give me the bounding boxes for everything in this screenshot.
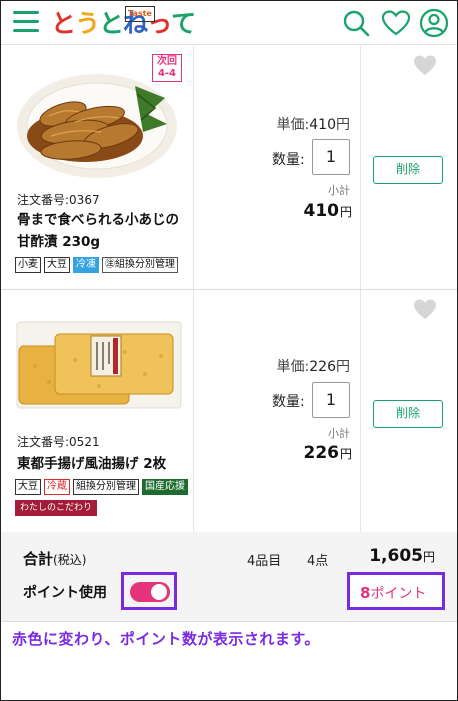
price-quantity-column: 単価:410円 数量: 1 小計 410円 <box>194 46 361 289</box>
piece-count: 4点 <box>307 554 329 569</box>
product-tag: 組換分別管理 <box>73 479 139 495</box>
favorites-heart-icon[interactable] <box>381 9 411 37</box>
quantity-label: 数量: <box>272 152 305 168</box>
next-badge-line1: 次回 <box>157 56 177 67</box>
logo[interactable]: とうとねって Taste <box>51 6 196 38</box>
order-number: 注文番号:0367 <box>17 193 100 207</box>
tax-label: (税込) <box>53 553 87 567</box>
yen-label: 円 <box>339 447 352 461</box>
point-use-toggle[interactable] <box>130 582 170 602</box>
instruction-caption: 赤色に変わり、ポイント数が表示されます。 <box>12 630 320 648</box>
menu-icon[interactable] <box>13 11 39 33</box>
app-header: とうとねって Taste <box>1 1 457 45</box>
product-tag: 冷蔵 <box>44 479 70 495</box>
subtotal-label: 小計 <box>328 427 350 440</box>
product-tag: ㊟組換分別管理 <box>102 257 178 273</box>
product-name[interactable]: 東都手揚げ風油揚げ 2枚 <box>17 453 189 475</box>
unit-price: 単価:410円 <box>277 114 350 134</box>
quantity-input[interactable]: 1 <box>312 382 350 418</box>
logo-char: と <box>51 9 76 38</box>
actions-column: 削除 <box>361 290 457 532</box>
product-name[interactable]: 骨まで食べられる小あじの甘酢漬 230g <box>17 209 189 253</box>
points-number: 8 <box>360 584 371 602</box>
order-number: 注文番号:0521 <box>17 435 100 449</box>
price-quantity-column: 単価:226円 数量: 1 小計 226円 <box>194 290 361 532</box>
yen-label: 円 <box>336 359 350 375</box>
delete-button[interactable]: 削除 <box>373 156 443 184</box>
cart-item: 次回 4-4 注文番号:0367 骨まで食べられる小あじの甘酢漬 230g 小麦… <box>1 46 457 290</box>
actions-column: 削除 <box>361 46 457 289</box>
subtotal-amount: 410 <box>303 201 339 221</box>
unit-price-label: 単価: <box>276 359 310 375</box>
delete-button[interactable]: 削除 <box>373 400 443 428</box>
yen-label: 円 <box>339 205 352 219</box>
favorite-heart-icon[interactable] <box>413 298 437 320</box>
product-tag: わたしのこだわり <box>15 500 98 516</box>
quantity-label: 数量: <box>272 394 305 410</box>
item-count: 4品目 <box>247 554 282 569</box>
total-label: 合計(税込) <box>23 548 86 569</box>
product-tag: 大豆 <box>44 257 70 273</box>
point-use-label: ポイント使用 <box>23 585 107 601</box>
subtotal-value: 410円 <box>303 201 352 221</box>
points-highlight: 8ポイント <box>347 572 445 610</box>
points-unit: ポイント <box>370 586 427 602</box>
next-delivery-badge: 次回 4-4 <box>152 54 182 82</box>
yen-label: 円 <box>422 550 435 564</box>
product-tag: 冷凍 <box>73 257 99 273</box>
favorite-heart-icon[interactable] <box>413 54 437 76</box>
product-tag: 国産応援 <box>142 479 188 495</box>
logo-char: う <box>75 9 100 38</box>
total-value: 1,605 <box>369 546 423 566</box>
account-icon[interactable] <box>419 8 449 38</box>
total-amount: 1,605円 <box>369 546 435 566</box>
toggle-highlight <box>121 572 177 610</box>
logo-char: て <box>171 9 196 38</box>
product-tags: 大豆 冷蔵 組換分別管理 国産応援わたしのこだわり <box>15 479 195 516</box>
search-icon[interactable] <box>342 9 370 37</box>
unit-price-value: 226 <box>309 359 336 375</box>
yen-label: 円 <box>336 117 350 133</box>
next-badge-line2: 4-4 <box>157 68 177 79</box>
product-tag: 小麦 <box>15 257 41 273</box>
product-image[interactable] <box>15 316 183 414</box>
item-info-column: 注文番号:0521 東都手揚げ風油揚げ 2枚 大豆 冷蔵 組換分別管理 国産応援わたし… <box>1 290 194 532</box>
unit-price: 単価:226円 <box>277 356 350 376</box>
subtotal-label: 小計 <box>328 184 350 197</box>
subtotal-value: 226円 <box>303 443 352 463</box>
product-tags: 小麦 大豆 冷凍 ㊟組換分別管理 <box>15 257 195 273</box>
unit-price-value: 410 <box>309 117 336 133</box>
cart-item: 注文番号:0521 東都手揚げ風油揚げ 2枚 大豆 冷蔵 組換分別管理 国産応援わたし… <box>1 290 457 532</box>
cart-summary: 合計(税込) 4品目 4点 1,605円 ポイント使用 8ポイント <box>1 532 457 622</box>
logo-tag: Taste <box>125 6 155 22</box>
points-display: 8ポイント <box>360 583 426 603</box>
product-tag: 大豆 <box>15 479 41 495</box>
quantity-input[interactable]: 1 <box>312 139 350 175</box>
item-info-column: 次回 4-4 注文番号:0367 骨まで食べられる小あじの甘酢漬 230g 小麦… <box>1 46 194 289</box>
subtotal-amount: 226 <box>303 443 339 463</box>
logo-char: と <box>99 9 124 38</box>
total-label-text: 合計 <box>23 550 54 568</box>
unit-price-label: 単価: <box>276 117 310 133</box>
toggle-knob <box>151 584 167 600</box>
